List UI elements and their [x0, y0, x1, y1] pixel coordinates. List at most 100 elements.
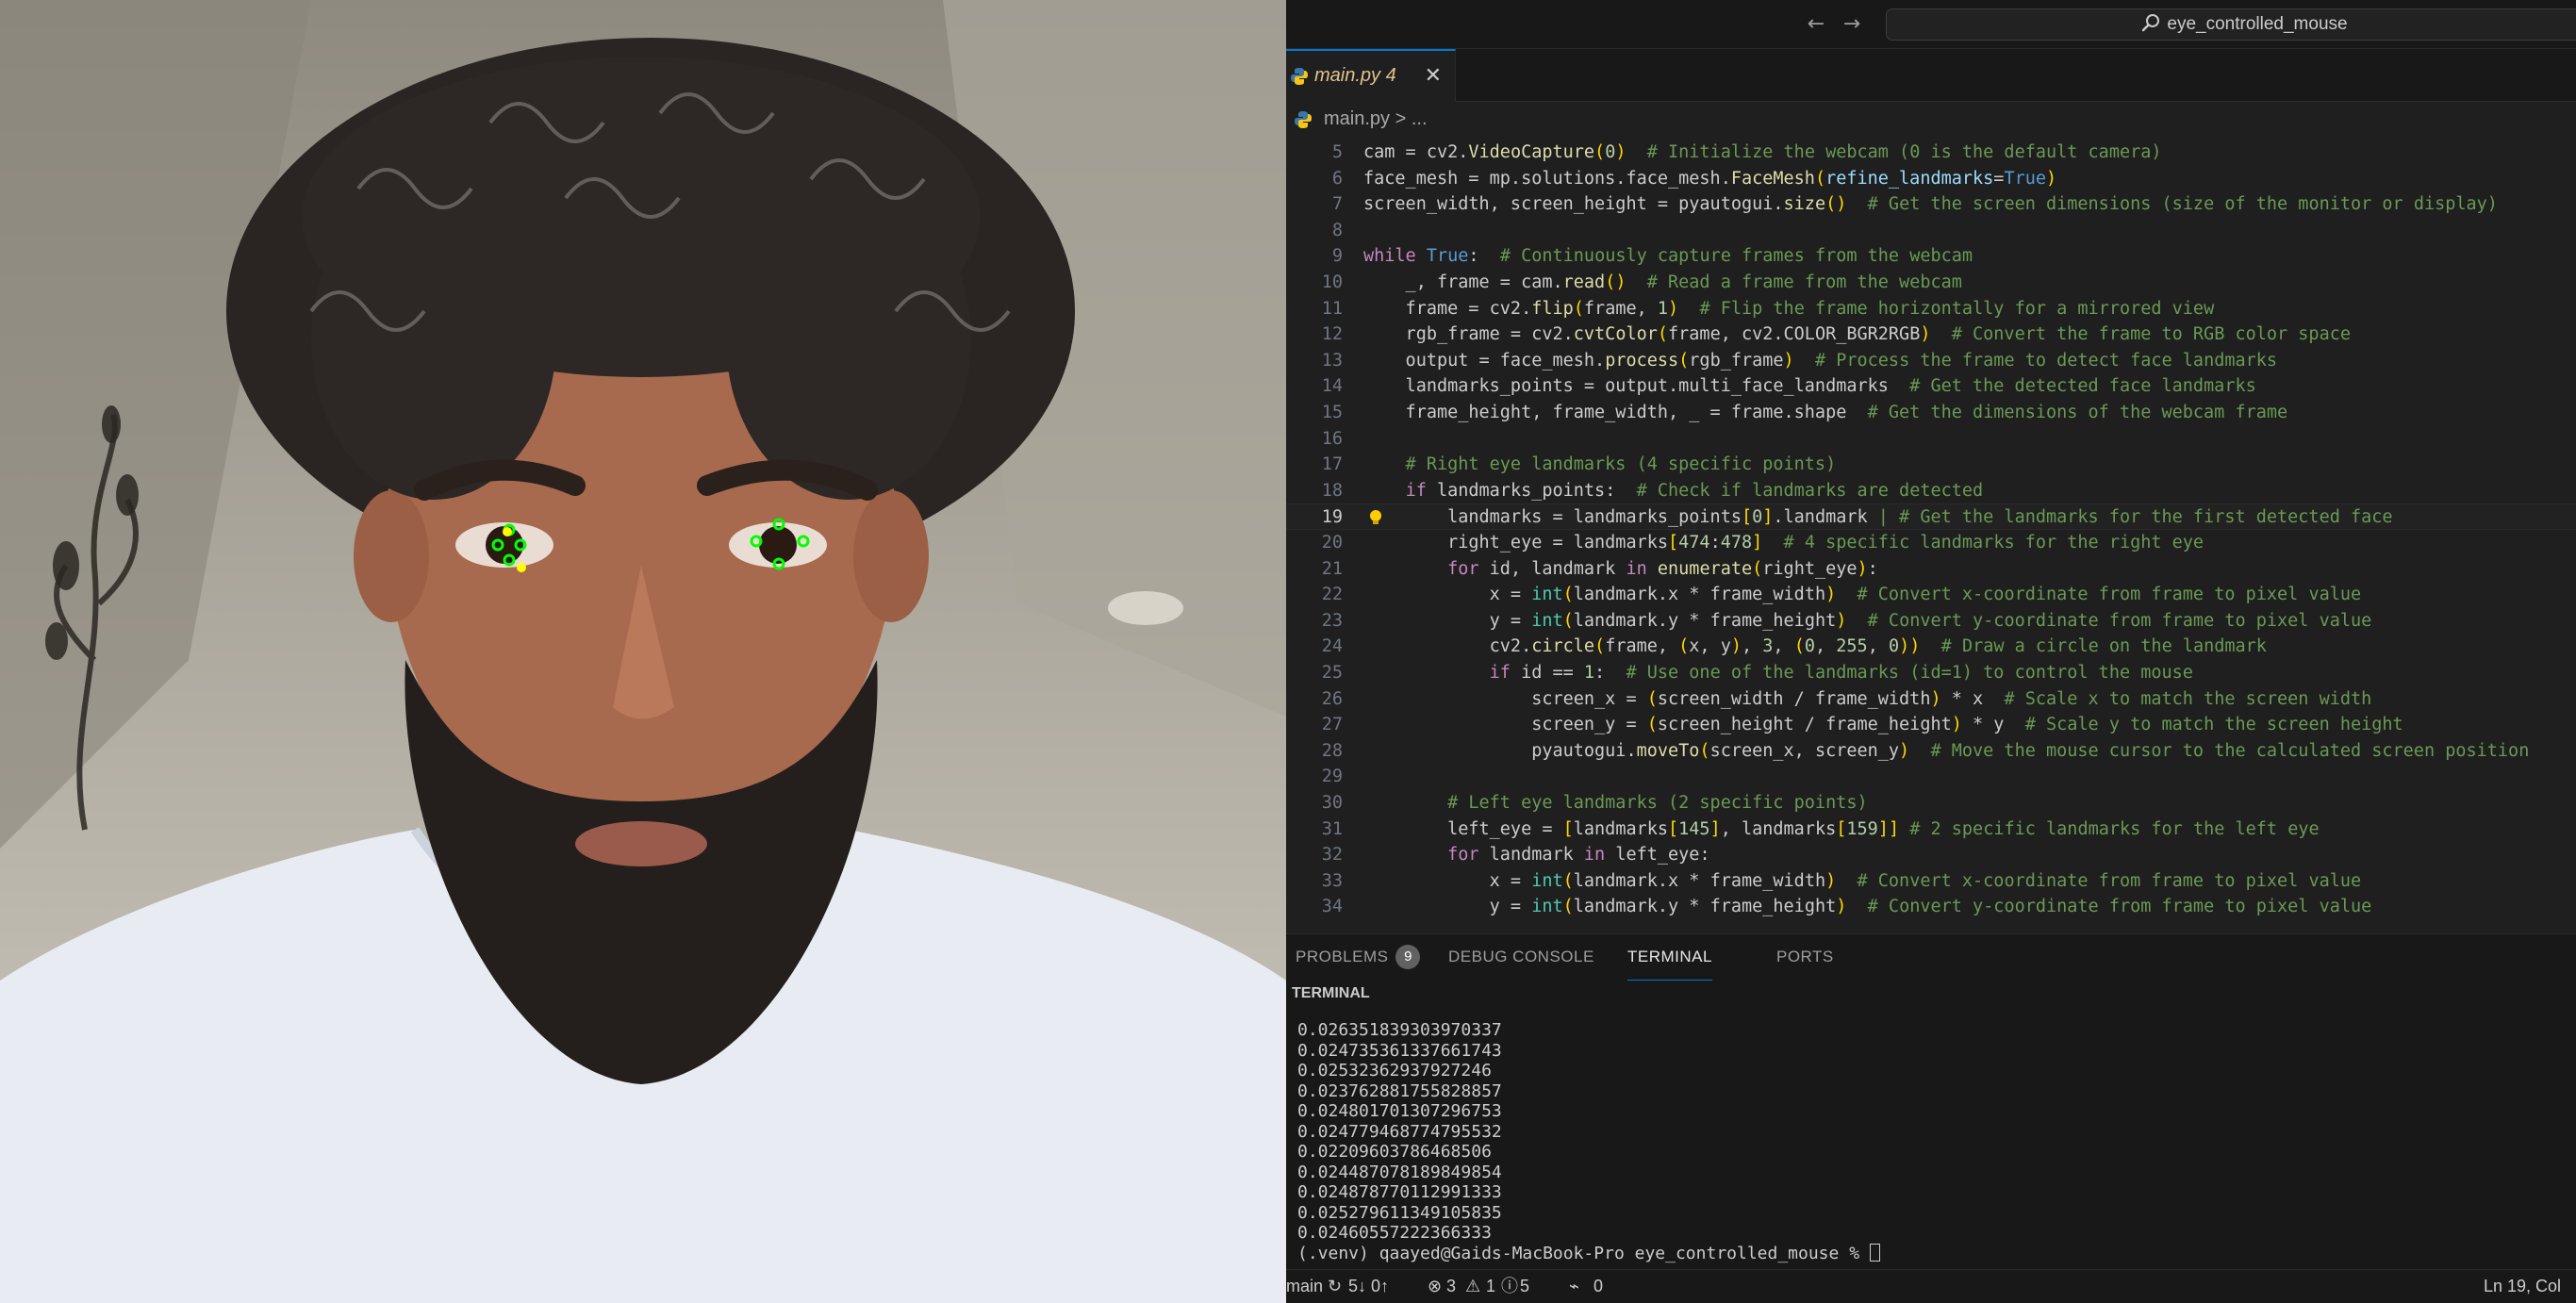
- code-line[interactable]: 22 x = int(landmark.x * frame_width) # C…: [1286, 582, 2576, 608]
- code-line[interactable]: 33 x = int(landmark.x * frame_width) # C…: [1286, 868, 2576, 895]
- ports-icon: ⌁: [1569, 1277, 1579, 1295]
- breadcrumb-file[interactable]: main.py: [1324, 108, 1390, 129]
- line-number: 6: [1331, 168, 1343, 189]
- terminal-line: 0.02209603786468506: [1297, 1142, 1492, 1162]
- code-line[interactable]: 26 screen_x = (screen_width / frame_widt…: [1286, 686, 2576, 713]
- line-number: 27: [1321, 715, 1343, 735]
- code-line[interactable]: 24 cv2.circle(frame, (x, y), 3, (0, 255,…: [1286, 634, 2576, 660]
- tab-main-py[interactable]: main.py 4 ✕: [1286, 49, 1456, 102]
- python-file-icon: [1291, 68, 1308, 85]
- line-number: 21: [1321, 558, 1343, 579]
- code-line[interactable]: 23 y = int(landmark.y * frame_height) # …: [1286, 608, 2576, 635]
- sync-icon[interactable]: ↻: [1328, 1270, 1342, 1302]
- arrow-left-icon[interactable]: ←: [1803, 11, 1829, 38]
- line-number: 10: [1321, 272, 1343, 292]
- line-number: 7: [1331, 194, 1343, 215]
- panel-tab-bar: PROBLEMS 9 DEBUG CONSOLE TERMINAL PORTS: [1286, 933, 2576, 981]
- line-number: 8: [1331, 220, 1343, 240]
- code-text: cam = cv2.VideoCapture(0) # Initialize t…: [1363, 142, 2162, 162]
- line-number: 18: [1321, 480, 1343, 501]
- line-number: 16: [1321, 428, 1343, 449]
- code-line[interactable]: 12 rgb_frame = cv2.cvtColor(frame, cv2.C…: [1286, 322, 2576, 348]
- code-text: x = int(landmark.x * frame_width) # Conv…: [1363, 870, 2362, 891]
- line-number: 29: [1321, 767, 1343, 787]
- code-text: face_mesh = mp.solutions.face_mesh.FaceM…: [1363, 168, 2057, 189]
- code-editor[interactable]: 5 cam = cv2.VideoCapture(0) # Initialize …: [1286, 138, 2576, 930]
- code-text: left_eye = [landmarks[145], landmarks[15…: [1363, 818, 2320, 839]
- code-line[interactable]: 29: [1286, 764, 2576, 790]
- code-editor-window: ← → eye_controlled_mouse main.py 4 ✕ mai…: [1286, 0, 2576, 1303]
- tab-problems[interactable]: PROBLEMS 9: [1296, 934, 1421, 981]
- code-line[interactable]: 10 _, frame = cam.read() # Read a frame …: [1286, 270, 2576, 296]
- terminal-line: 0.02460557222366333: [1297, 1223, 1492, 1243]
- panel-tab-label: PORTS: [1776, 948, 1834, 965]
- code-line[interactable]: 30 # Left eye landmarks (2 specific poin…: [1286, 790, 2576, 816]
- code-line[interactable]: 25 if id == 1: # Use one of the landmark…: [1286, 660, 2576, 686]
- warning-icon: ⚠: [1465, 1277, 1481, 1295]
- code-line[interactable]: 19 landmarks = landmarks_points[0].landm…: [1286, 503, 2576, 530]
- terminal-panel[interactable]: TERMINAL 0.026351839303970337 0.024735361…: [1286, 981, 2576, 1269]
- code-line[interactable]: 17 # Right eye landmarks (4 specific poi…: [1286, 452, 2576, 478]
- sync-status[interactable]: 5↓ 0↑: [1348, 1270, 1389, 1302]
- code-line[interactable]: 9 while True: # Continuously capture fram…: [1286, 243, 2576, 270]
- branch-name[interactable]: main: [1286, 1270, 1323, 1302]
- terminal-output[interactable]: 0.026351839303970337 0.024735361337661743…: [1297, 1020, 1880, 1263]
- panel-tab-label: PROBLEMS: [1296, 948, 1389, 965]
- code-line[interactable]: 27 screen_y = (screen_height / frame_hei…: [1286, 712, 2576, 738]
- code-line[interactable]: 34 y = int(landmark.y * frame_height) # …: [1286, 894, 2576, 920]
- code-text: y = int(landmark.y * frame_height) # Con…: [1363, 610, 2372, 631]
- code-line[interactable]: 21 for id, landmark in enumerate(right_e…: [1286, 556, 2576, 583]
- info-count[interactable]: 5: [1520, 1270, 1529, 1302]
- code-line[interactable]: 14 landmarks_points = output.multi_face_…: [1286, 373, 2576, 400]
- tab-terminal[interactable]: TERMINAL: [1627, 934, 1712, 981]
- line-number: 12: [1321, 324, 1343, 345]
- code-line[interactable]: 16: [1286, 426, 2576, 453]
- code-line[interactable]: 7 screen_width, screen_height = pyautogui…: [1286, 191, 2576, 218]
- code-line[interactable]: 5 cam = cv2.VideoCapture(0) # Initialize …: [1286, 140, 2576, 166]
- code-line[interactable]: 20 right_eye = landmarks[474:478] # 4 sp…: [1286, 530, 2576, 556]
- code-line[interactable]: 32 for landmark in left_eye:: [1286, 842, 2576, 868]
- title-bar: ← → eye_controlled_mouse: [1286, 0, 2576, 49]
- tab-debug-console[interactable]: DEBUG CONSOLE: [1448, 934, 1594, 981]
- code-line[interactable]: 13 output = face_mesh.process(rgb_frame)…: [1286, 348, 2576, 374]
- code-line[interactable]: 31 left_eye = [landmarks[145], landmarks…: [1286, 816, 2576, 843]
- line-number: 20: [1321, 533, 1343, 553]
- line-number: 11: [1321, 298, 1343, 319]
- breadcrumb-separator: >: [1395, 108, 1407, 129]
- code-line[interactable]: 18 if landmarks_points: # Check if landm…: [1286, 478, 2576, 504]
- terminal-line: 0.024779468774795532: [1297, 1121, 1502, 1142]
- code-text: output = face_mesh.process(rgb_frame) # …: [1363, 350, 2278, 371]
- code-text: # Left eye landmarks (2 specific points): [1363, 793, 1868, 813]
- code-text: cv2.circle(frame, (x, y), 3, (0, 255, 0)…: [1363, 636, 2267, 657]
- webcam-image: [0, 0, 1286, 1303]
- code-line[interactable]: 28 pyautogui.moveTo(screen_x, screen_y) …: [1286, 738, 2576, 765]
- arrow-right-icon[interactable]: →: [1839, 11, 1865, 38]
- line-number: 25: [1321, 663, 1343, 683]
- tab-ports[interactable]: PORTS: [1776, 934, 1834, 981]
- terminal-line: 0.024801701307296753: [1297, 1101, 1502, 1121]
- warning-count[interactable]: 1: [1486, 1270, 1495, 1302]
- terminal-cursor: [1869, 1243, 1880, 1262]
- ports-count[interactable]: 0: [1593, 1270, 1603, 1302]
- error-count[interactable]: 3: [1446, 1270, 1456, 1302]
- line-number: 28: [1321, 740, 1343, 761]
- code-text: if landmarks_points: # Check if landmark…: [1405, 480, 1984, 501]
- breadcrumb-symbols[interactable]: ...: [1412, 108, 1428, 129]
- code-line[interactable]: 8: [1286, 218, 2576, 244]
- line-number: 14: [1321, 376, 1343, 397]
- status-bar: main ↻ 5↓ 0↑ ⊗ 3 ⚠ 1 ⓘ 5 ⌁ 0 Ln 19, Col: [1286, 1269, 2576, 1303]
- code-line[interactable]: 15 frame_height, frame_width, _ = frame.…: [1286, 400, 2576, 426]
- line-number: 33: [1321, 870, 1343, 891]
- line-number: 9: [1331, 246, 1343, 267]
- terminal-prompt[interactable]: (.venv) qaayed@Gaids-MacBook-Pro eye_con…: [1297, 1243, 1880, 1264]
- code-text: screen_y = (screen_height / frame_height…: [1363, 715, 2403, 735]
- code-text: for id, landmark in enumerate(right_eye)…: [1447, 558, 1878, 579]
- close-icon[interactable]: ✕: [1425, 51, 1442, 100]
- code-text: y = int(landmark.y * frame_height) # Con…: [1363, 897, 2372, 917]
- code-line[interactable]: 11 frame = cv2.flip(frame, 1) # Flip the…: [1286, 296, 2576, 322]
- code-line[interactable]: 6 face_mesh = mp.solutions.face_mesh.Face…: [1286, 166, 2576, 192]
- line-number: 34: [1321, 897, 1343, 917]
- command-center-search[interactable]: eye_controlled_mouse: [1886, 8, 2576, 41]
- cursor-position[interactable]: Ln 19, Col: [2484, 1270, 2561, 1302]
- code-text: landmarks_points = output.multi_face_lan…: [1363, 376, 2256, 397]
